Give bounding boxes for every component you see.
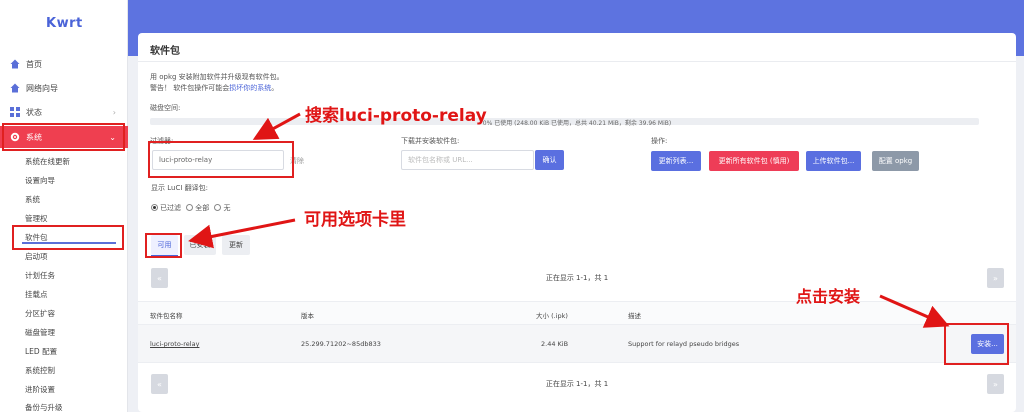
- nav-label: 网络向导: [26, 83, 58, 93]
- upgrade-all-button[interactable]: 更新所有软件包 (慎用): [709, 151, 799, 171]
- highlight-box-available-tab: [145, 233, 182, 258]
- disk-space-label: 磁盘空间:: [150, 104, 181, 112]
- package-version: 25.299.71202~85db833: [301, 340, 381, 348]
- sidebar: Kwrt 首页 网络向导 状态 › 系统 ⌄ 系统在线更新 设置向导 系统 管理…: [0, 0, 128, 412]
- upload-package-button[interactable]: 上传软件包...: [806, 151, 861, 171]
- package-table-header: 软件包名称 版本 大小 (.ipk) 描述: [138, 301, 1016, 325]
- highlight-box-filter: [148, 141, 294, 178]
- package-url-input[interactable]: 软件包名称或 URL...: [401, 150, 534, 170]
- brand-logo[interactable]: Kwrt: [46, 16, 83, 31]
- pager-next-button-bottom[interactable]: »: [987, 374, 1004, 394]
- packages-card: 软件包 用 opkg 安装附加软件并升级现有软件包。 警告！ 软件包操作可能会损…: [138, 33, 1016, 412]
- page-title: 软件包: [150, 46, 180, 57]
- sub-item-led[interactable]: LED 配置: [25, 346, 57, 357]
- pager-text: 正在显示 1-1，共 1: [545, 274, 609, 282]
- package-description: Support for relayd pseudo bridges: [628, 340, 740, 348]
- nav-item-home[interactable]: 首页: [0, 54, 128, 74]
- warning-suffix: 。: [271, 84, 279, 92]
- translation-label: 显示 LuCI 翻译包:: [151, 184, 208, 192]
- sub-item-mounts[interactable]: 挂载点: [25, 289, 48, 300]
- nav-label: 状态: [26, 107, 42, 117]
- highlight-box-system-nav: [2, 123, 125, 151]
- sub-item-admin[interactable]: 管理权: [25, 213, 48, 224]
- status-grid-icon: [9, 107, 20, 118]
- wizard-icon: [9, 83, 20, 94]
- highlight-box-install: [944, 323, 1009, 365]
- column-header-description: 描述: [628, 312, 641, 320]
- warning-text: 警告！ 软件包操作可能会损坏你的系统。: [150, 83, 278, 93]
- column-header-version: 版本: [301, 312, 314, 320]
- sub-item-advanced[interactable]: 进阶设置: [25, 384, 55, 395]
- configure-opkg-button[interactable]: 配置 opkg: [872, 151, 919, 171]
- nav-item-status[interactable]: 状态 ›: [0, 102, 128, 122]
- title-divider: [138, 61, 1016, 62]
- tab-installed[interactable]: 已安装: [184, 235, 216, 255]
- package-size: 2.44 KiB: [541, 340, 569, 348]
- chevron-right-icon: ›: [112, 107, 116, 117]
- pager-next-button[interactable]: »: [987, 268, 1004, 288]
- annotation-search: 搜索luci-proto-relay: [305, 106, 487, 126]
- sub-item-startup[interactable]: 启动项: [25, 251, 48, 262]
- sub-item-system-control[interactable]: 系统控制: [25, 365, 55, 376]
- radio-none[interactable]: [214, 204, 222, 211]
- sub-item-backup-upgrade[interactable]: 备份与升级: [25, 402, 63, 412]
- annotation-install: 点击安装: [796, 287, 861, 306]
- translation-radio-group: 已过滤 全部 无: [151, 203, 230, 213]
- sub-item-partition-expand[interactable]: 分区扩容: [25, 308, 55, 319]
- highlight-box-packages: [12, 225, 124, 250]
- column-header-size: 大小 (.ipk): [536, 312, 568, 320]
- radio-none-label: 无: [223, 204, 231, 212]
- sub-item-disk-management[interactable]: 磁盘管理: [25, 327, 55, 338]
- nav-label: 首页: [26, 59, 42, 69]
- intro-text: 用 opkg 安装附加软件并升级现有软件包。: [150, 73, 284, 81]
- home-icon: [9, 59, 20, 70]
- confirm-button[interactable]: 确认: [535, 150, 564, 170]
- radio-all-label: 全部: [195, 204, 210, 212]
- nav-item-wizard[interactable]: 网络向导: [0, 78, 128, 98]
- update-lists-button[interactable]: 更新列表...: [651, 151, 701, 171]
- pager-text-bottom: 正在显示 1-1，共 1: [545, 380, 609, 388]
- radio-filtered-label: 已过滤: [160, 204, 181, 212]
- annotation-tab: 可用选项卡里: [304, 210, 406, 230]
- sub-item-cron[interactable]: 计划任务: [25, 270, 55, 281]
- warning-link[interactable]: 损坏你的系统: [229, 84, 271, 92]
- package-name-link[interactable]: luci-proto-relay: [150, 340, 199, 348]
- sub-item-setup-wizard[interactable]: 设置向导: [25, 175, 55, 186]
- warning-prefix: 警告！ 软件包操作可能会: [150, 84, 230, 92]
- column-header-name: 软件包名称: [150, 312, 183, 320]
- radio-all[interactable]: [186, 204, 194, 211]
- actions-label: 操作:: [651, 137, 668, 145]
- sub-item-system[interactable]: 系统: [25, 194, 40, 205]
- table-row: luci-proto-relay 25.299.71202~85db833 2.…: [138, 325, 1016, 363]
- sub-item-online-update[interactable]: 系统在线更新: [25, 156, 70, 167]
- radio-filtered[interactable]: [151, 204, 158, 211]
- disk-usage-text: 0% 已使用 (248.00 KiB 已使用，总共 40.21 MiB，剩余 3…: [482, 120, 672, 127]
- tab-updates[interactable]: 更新: [222, 235, 250, 255]
- download-label: 下载并安装软件包:: [401, 137, 460, 145]
